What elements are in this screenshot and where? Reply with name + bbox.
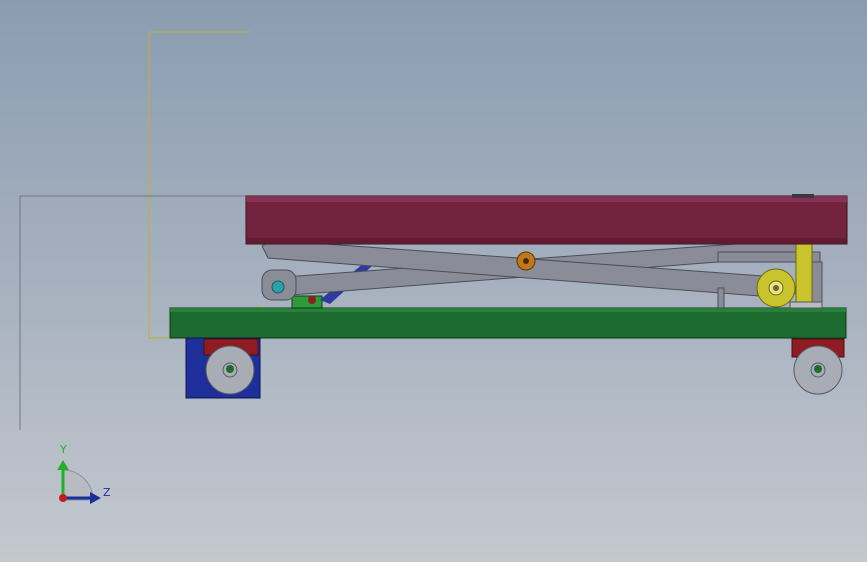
- roller-wheel[interactable]: [756, 268, 796, 308]
- front-caster[interactable]: [791, 338, 845, 395]
- z-axis-label: Z: [103, 486, 111, 499]
- rear-caster[interactable]: [185, 337, 261, 399]
- coordinate-triad: [57, 460, 101, 504]
- scissor-lift-model[interactable]: [0, 0, 867, 562]
- center-pivot-pin[interactable]: [516, 251, 536, 271]
- graphics-viewport[interactable]: Y Z: [0, 0, 867, 562]
- y-axis-label: Y: [60, 443, 67, 456]
- scissor-arms[interactable]: [261, 239, 823, 309]
- top-platform[interactable]: [245, 194, 848, 245]
- base-frame[interactable]: [169, 307, 847, 339]
